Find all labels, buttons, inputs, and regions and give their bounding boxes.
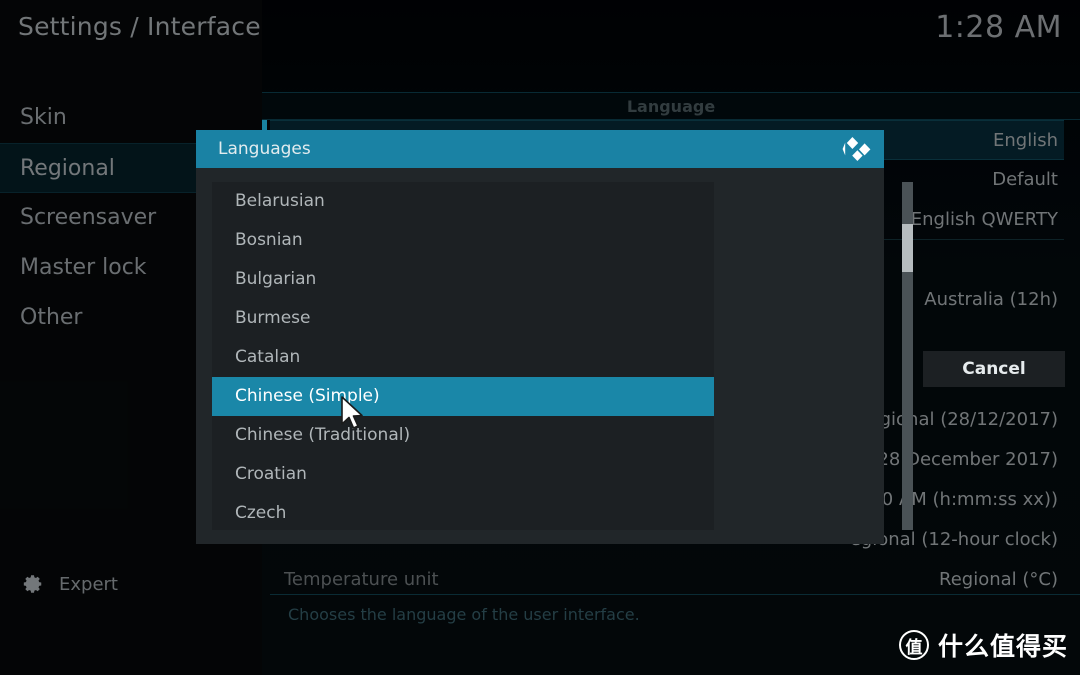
list-item[interactable]: Burmese [212,299,714,338]
list-item-selected[interactable]: Chinese (Simple) [212,377,714,416]
dialog-body: Belarusian Bosnian Bulgarian Burmese Cat… [196,168,1065,544]
list-item[interactable]: Belarusian [212,182,714,221]
list-scrollbar-thumb[interactable] [902,224,913,272]
watermark-text: 什么值得买 [937,632,1068,661]
language-list[interactable]: Belarusian Bosnian Bulgarian Burmese Cat… [212,182,714,530]
list-scrollbar[interactable] [902,182,913,530]
watermark: 值 什么值得买 [898,627,1068,663]
list-item[interactable]: Chinese (Traditional) [212,416,714,455]
kodi-settings-screen: Settings / Interface 1:28 AM Skin Region… [0,0,1080,675]
list-item[interactable]: Czech [212,494,714,530]
list-item[interactable]: Bulgarian [212,260,714,299]
dialog-titlebar: Languages [196,130,884,168]
list-item[interactable]: Croatian [212,455,714,494]
dialog-title: Languages [218,139,311,159]
watermark-badge-icon: 值 [898,630,929,660]
languages-dialog: Languages Belarusian Bosnian Bulgarian B… [196,130,1065,544]
list-item[interactable]: Bosnian [212,221,714,260]
cancel-button[interactable]: Cancel [923,351,1065,387]
mouse-pointer-icon [340,396,366,434]
list-item[interactable]: Catalan [212,338,714,377]
kodi-logo-icon [842,136,872,162]
